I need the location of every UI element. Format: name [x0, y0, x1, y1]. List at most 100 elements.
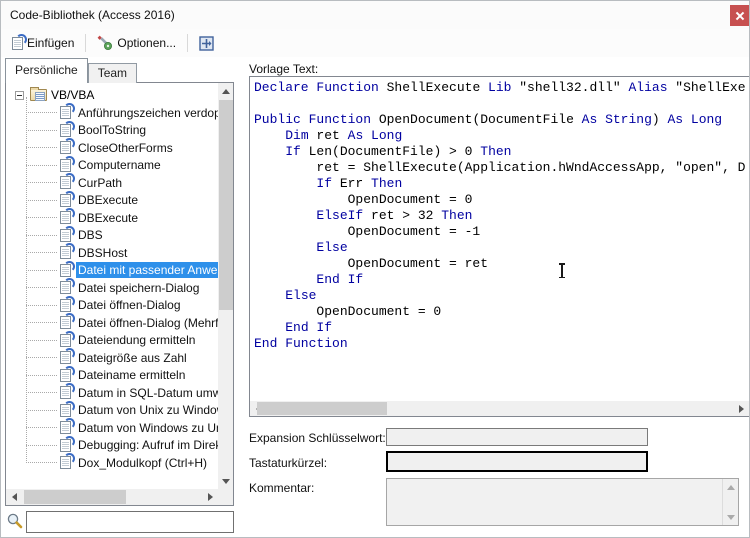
tree-item[interactable]: DBS	[6, 225, 218, 245]
code-horizontal-scrollbar[interactable]	[250, 401, 749, 416]
expansion-keyword-label: Expansion Schlüsselwort:	[249, 431, 386, 445]
scroll-right-button[interactable]	[733, 401, 749, 416]
tree-item-label: DBSHost	[78, 245, 128, 260]
tree-item[interactable]: DBSHost	[6, 243, 218, 262]
tree-root-node[interactable]: VB/VBA	[6, 86, 218, 104]
code-snippet-icon	[60, 330, 75, 347]
tree-item[interactable]: Dateigröße aus Zahl	[6, 348, 218, 367]
code-snippet-icon	[60, 418, 75, 435]
tree-item[interactable]: Datei öffnen-Dialog	[6, 295, 218, 315]
code-snippet-icon	[60, 103, 75, 120]
toolbar: Einfügen Optionen...	[1, 29, 749, 57]
code-snippet-icon	[60, 120, 75, 137]
scrollbar-thumb[interactable]	[257, 402, 387, 415]
tab-persoenliche[interactable]: Persönliche	[5, 58, 88, 83]
scrollbar-thumb[interactable]	[24, 490, 126, 504]
tree-item[interactable]: BoolToString	[6, 120, 218, 140]
arrow-up-icon	[222, 88, 230, 94]
code-snippet-icon	[60, 243, 75, 260]
scroll-up-button[interactable]	[723, 479, 739, 495]
tree-item[interactable]: Anführungszeichen verdopp	[6, 103, 218, 122]
tree-root-label: VB/VBA	[51, 88, 95, 102]
scroll-left-button[interactable]	[6, 489, 22, 505]
code-snippet-icon	[60, 348, 75, 365]
tree-item-label: BoolToString	[78, 123, 147, 138]
scrollbar-thumb[interactable]	[219, 100, 233, 310]
tree-item[interactable]: Datum von Windows zu Unix	[6, 418, 218, 437]
titlebar: Code-Bibliothek (Access 2016)	[1, 1, 749, 29]
arrow-left-icon	[11, 493, 17, 501]
options-button-label: Optionen...	[117, 36, 177, 50]
tree-connector-line	[26, 97, 27, 463]
tree-item-label: Computername	[78, 158, 161, 173]
search-input[interactable]	[26, 511, 234, 533]
code-snippet-icon	[60, 138, 75, 155]
tree-horizontal-scrollbar[interactable]	[6, 489, 218, 505]
tree-item[interactable]: DBExecute	[6, 190, 218, 210]
scrollbar-corner	[218, 489, 233, 505]
tree-item-label: Datei mit passender Anwend	[76, 262, 218, 279]
scroll-up-button[interactable]	[218, 83, 233, 99]
tree-item[interactable]: Debugging: Aufruf im Direktf	[6, 435, 218, 455]
tree-item-label: DBS	[78, 228, 103, 243]
tree-item-label: CloseOtherForms	[78, 140, 173, 155]
tree-item-label: Dateiname ermitteln	[78, 368, 186, 383]
code-library-window: Code-Bibliothek (Access 2016) Einfügen O…	[0, 0, 750, 538]
insert-button[interactable]: Einfügen	[5, 32, 81, 54]
tree-item[interactable]: Datei öffnen-Dialog (Mehrfac	[6, 313, 218, 332]
vorlage-text-label: Vorlage Text:	[249, 62, 319, 76]
dock-window-icon	[199, 35, 214, 51]
code-snippet-icon	[60, 155, 75, 172]
code-snippet-icon	[60, 435, 75, 452]
code-snippet-icon	[60, 278, 75, 295]
scroll-down-button[interactable]	[218, 473, 233, 489]
tree-item[interactable]: Datei mit passender Anwend	[6, 260, 218, 280]
magnifier-icon	[6, 512, 24, 533]
code-snippet-icon	[60, 365, 75, 382]
folder-icon	[30, 87, 47, 101]
search-row	[5, 510, 234, 534]
shortcut-input[interactable]	[386, 451, 648, 472]
tree-item-label: Datum von Windows zu Unix	[78, 420, 218, 435]
scroll-right-button[interactable]	[202, 489, 218, 505]
tree-item-label: Datei speichern-Dialog	[78, 280, 200, 295]
tree-item[interactable]: Datei speichern-Dialog	[6, 278, 218, 297]
dock-button[interactable]	[192, 32, 221, 54]
code-text: Declare Function ShellExecute Lib "shell…	[254, 80, 746, 351]
code-snippet-icon	[60, 400, 75, 417]
code-snippet-icon	[60, 453, 75, 470]
tree-item-label: Datei öffnen-Dialog (Mehrfac	[78, 315, 218, 330]
arrow-down-icon	[222, 478, 230, 484]
tree-item[interactable]: CurPath	[6, 173, 218, 192]
tab-team[interactable]: Team	[87, 63, 138, 83]
tree-item[interactable]: CloseOtherForms	[6, 138, 218, 157]
comment-vertical-scrollbar[interactable]	[722, 479, 738, 525]
code-editor[interactable]: Declare Function ShellExecute Lib "shell…	[249, 76, 749, 417]
tree-item[interactable]: Datum in SQL-Datum umwan	[6, 383, 218, 402]
code-snippet-icon	[60, 383, 75, 400]
tree-vertical-scrollbar[interactable]	[218, 83, 233, 489]
toolbar-separator	[187, 34, 189, 52]
toolbar-separator	[85, 34, 87, 52]
tree-item[interactable]: DBExecute	[6, 208, 218, 227]
comment-textarea[interactable]	[386, 478, 739, 526]
tree-item[interactable]: Dox_Modulkopf (Ctrl+H)	[6, 453, 218, 472]
scroll-down-button[interactable]	[723, 509, 739, 525]
tree-item[interactable]: Computername	[6, 155, 218, 175]
tree-item-label: Datum von Unix zu Windows	[78, 403, 218, 418]
code-snippet-icon	[60, 225, 75, 242]
tree-item[interactable]: Dateiendung ermitteln	[6, 330, 218, 350]
expansion-keyword-input[interactable]	[386, 428, 648, 446]
tree-item[interactable]: Dateiname ermitteln	[6, 365, 218, 385]
code-snippet-icon	[60, 260, 75, 277]
code-tree: VB/VBA Anführungszeichen verdopp BoolToSt…	[5, 82, 234, 506]
code-snippet-icon	[60, 208, 75, 225]
options-button[interactable]: Optionen...	[90, 32, 183, 54]
tree-item-label: Datum in SQL-Datum umwan	[78, 385, 218, 400]
tree-item[interactable]: Datum von Unix zu Windows	[6, 400, 218, 420]
collapse-minus-icon[interactable]	[15, 90, 24, 100]
close-button[interactable]	[730, 5, 749, 26]
comment-label: Kommentar:	[249, 481, 315, 495]
tree-item-label: Dateiendung ermitteln	[78, 333, 196, 348]
tab-bar: Persönliche Team	[5, 58, 138, 83]
